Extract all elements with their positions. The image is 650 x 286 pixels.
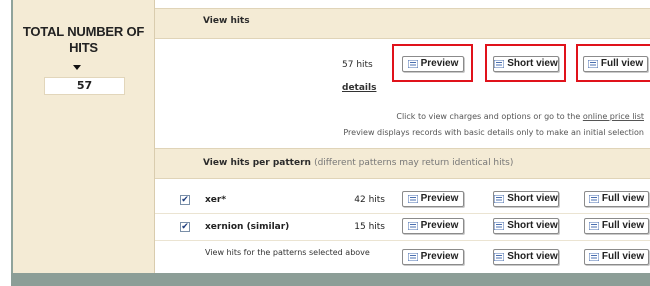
row-divider [155, 213, 650, 214]
record-list-icon [407, 195, 418, 203]
charges-info-text: Click to view charges and options or go … [396, 112, 581, 121]
pattern-name: xernion (similar) [205, 222, 290, 232]
pattern-hits: 15 hits [354, 222, 385, 232]
short-view-button-label: Short view [507, 193, 558, 204]
pattern-name: xer* [205, 195, 227, 205]
total-hits-value: 57 hits [342, 60, 373, 70]
record-list-icon [407, 253, 418, 261]
short-view-button-label: Short view [507, 251, 558, 262]
pattern-preview-button[interactable]: Preview [402, 218, 464, 234]
preview-button-label: Preview [420, 251, 459, 262]
bottom-bar [11, 273, 650, 286]
pattern-hits-title: View hits per pattern [203, 158, 311, 168]
preview-button-label: Preview [420, 193, 459, 204]
row-divider [155, 240, 650, 241]
record-list-icon [494, 253, 505, 261]
total-hits-count: 57 [44, 77, 125, 95]
pattern-short-view-button[interactable]: Short view [493, 218, 559, 234]
record-list-icon [588, 222, 599, 230]
full-view-button-label: Full view [601, 251, 645, 262]
sort-down-arrow-icon [73, 65, 81, 70]
preview-highlight-box [392, 44, 473, 82]
pattern-full-view-button[interactable]: Full view [584, 191, 649, 207]
hits-panel: TOTAL NUMBER OF HITS 57 View hits 57 hit… [11, 0, 650, 273]
record-list-icon [494, 195, 505, 203]
selected-short-view-button[interactable]: Short view [493, 249, 559, 265]
pattern-preview-button[interactable]: Preview [402, 191, 464, 207]
pattern-hits-header-text: View hits per pattern (different pattern… [203, 158, 513, 168]
short-view-button-label: Short view [507, 220, 558, 231]
full-view-highlight-box [576, 44, 650, 82]
pattern-full-view-button[interactable]: Full view [584, 218, 649, 234]
pattern-hits-header: View hits per pattern (different pattern… [155, 148, 650, 179]
charges-info: Click to view charges and options or go … [396, 112, 644, 121]
preview-info: Preview displays records with basic deta… [343, 128, 644, 137]
pattern-checkbox[interactable]: ✔ [180, 195, 190, 205]
short-view-highlight-box [485, 44, 566, 82]
view-hits-title: View hits [203, 16, 250, 26]
main-content: View hits 57 hits details Preview Short … [155, 0, 650, 273]
full-view-button-label: Full view [601, 193, 645, 204]
view-hits-header: View hits [155, 8, 650, 39]
online-price-list-link[interactable]: online price list [583, 112, 644, 121]
record-list-icon [588, 195, 599, 203]
pattern-short-view-button[interactable]: Short view [493, 191, 559, 207]
total-hits-panel: TOTAL NUMBER OF HITS 57 [13, 0, 155, 273]
record-list-icon [588, 253, 599, 261]
selected-full-view-button[interactable]: Full view [584, 249, 649, 265]
pattern-hits-note: (different patterns may return identical… [314, 158, 514, 168]
record-list-icon [494, 222, 505, 230]
details-link[interactable]: details [342, 83, 376, 93]
record-list-icon [407, 222, 418, 230]
preview-button-label: Preview [420, 220, 459, 231]
full-view-button-label: Full view [601, 220, 645, 231]
total-hits-title: TOTAL NUMBER OF HITS [22, 24, 145, 55]
selected-patterns-text: View hits for the patterns selected abov… [205, 248, 370, 257]
pattern-hits: 42 hits [354, 195, 385, 205]
selected-preview-button[interactable]: Preview [402, 249, 464, 265]
pattern-checkbox[interactable]: ✔ [180, 222, 190, 232]
